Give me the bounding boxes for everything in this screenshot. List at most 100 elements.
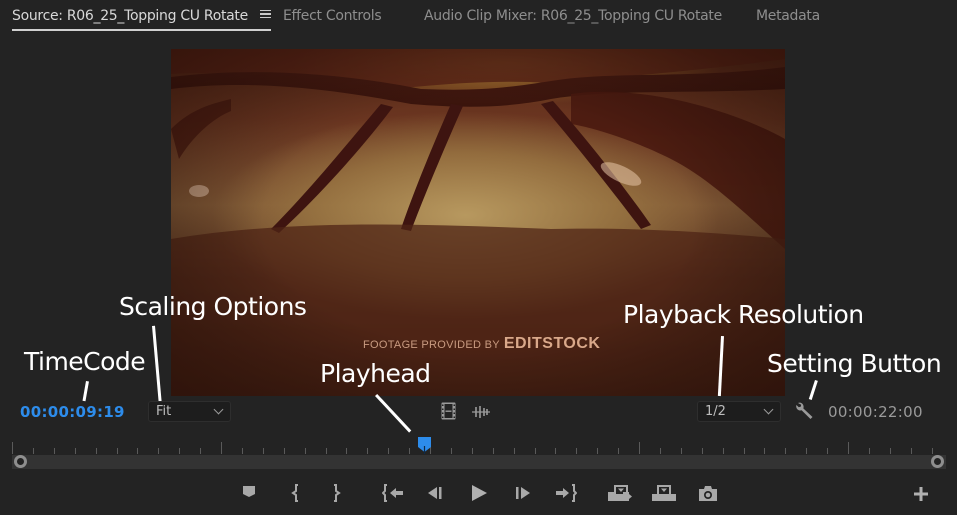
ruler-tick — [450, 448, 452, 454]
step-forward-button[interactable] — [515, 484, 531, 507]
panel-tab-bar: Source: R06_25_Topping CU Rotate Effect … — [0, 0, 957, 34]
ruler-tick — [910, 448, 912, 454]
resolution-value: 1/2 — [705, 404, 726, 419]
ruler-tick — [200, 448, 202, 454]
ruler-tick — [116, 448, 118, 454]
ruler-tick — [367, 448, 369, 454]
scaling-value: Fit — [156, 404, 172, 419]
mark-out-icon — [334, 484, 341, 502]
annotation-setting-button: Setting Button — [767, 349, 942, 378]
ruler-tick — [806, 448, 808, 454]
annotation-line-settings — [808, 380, 818, 400]
go-to-out-button[interactable] — [555, 484, 578, 507]
time-ruler[interactable] — [12, 438, 942, 454]
ruler-tick — [701, 448, 703, 454]
drag-audio-only-icon[interactable] — [472, 405, 490, 423]
ruler-tick — [158, 448, 160, 454]
mark-out-button[interactable] — [331, 484, 341, 507]
ruler-tick — [868, 448, 870, 454]
tab-metadata[interactable]: Metadata — [756, 8, 820, 24]
chevron-down-icon — [763, 404, 774, 415]
footage-watermark: Footage Provided By EDITSTOCK — [363, 335, 600, 353]
ruler-tick — [848, 442, 849, 454]
settings-wrench-icon[interactable] — [795, 401, 815, 426]
tab-effect-controls[interactable]: Effect Controls — [283, 8, 382, 24]
duration-timecode: 00:00:22:00 — [828, 403, 923, 421]
export-frame-button[interactable] — [698, 484, 718, 507]
ruler-tick — [221, 442, 222, 454]
ruler-tick — [492, 448, 494, 454]
ruler-tick — [764, 448, 766, 454]
ruler-tick — [179, 448, 181, 454]
ruler-tick — [32, 448, 34, 454]
tab-source-label: Source: R06_25_Topping CU Rotate — [12, 8, 248, 24]
plus-icon — [914, 487, 928, 501]
annotation-playhead: Playhead — [320, 359, 431, 388]
ruler-tick — [680, 448, 682, 454]
button-editor-button[interactable] — [914, 487, 928, 506]
ruler-tick — [555, 448, 557, 454]
annotation-line-timecode — [82, 381, 89, 402]
annotation-timecode: TimeCode — [24, 347, 146, 376]
camera-icon — [699, 486, 717, 501]
ruler-tick — [241, 448, 243, 454]
mark-in-button[interactable] — [291, 484, 301, 507]
chevron-down-icon — [213, 404, 224, 415]
ruler-tick — [889, 448, 891, 454]
ruler-tick — [576, 448, 578, 454]
mark-in-icon — [291, 484, 298, 502]
watermark-prefix: Footage Provided By — [363, 339, 500, 351]
insert-button[interactable] — [607, 484, 633, 507]
ruler-tick — [388, 448, 390, 454]
annotation-playback-resolution: Playback Resolution — [623, 300, 864, 329]
ruler-tick — [722, 448, 724, 454]
ruler-tick — [618, 448, 620, 454]
scaling-dropdown[interactable]: Fit — [148, 401, 231, 422]
ruler-tick — [74, 448, 76, 454]
ruler-tick — [325, 448, 327, 454]
step-back-icon — [428, 487, 442, 499]
ruler-tick — [471, 448, 473, 454]
current-timecode[interactable]: 00:00:09:19 — [20, 403, 125, 421]
tab-source[interactable]: Source: R06_25_Topping CU Rotate — [12, 8, 272, 31]
ruler-tick — [283, 448, 285, 454]
go-to-out-icon — [556, 484, 578, 502]
overwrite-button[interactable] — [651, 484, 677, 507]
tab-audio-clip-mixer[interactable]: Audio Clip Mixer: R06_25_Topping CU Rota… — [424, 8, 722, 24]
playback-resolution-dropdown[interactable]: 1/2 — [697, 401, 781, 422]
overwrite-icon — [652, 485, 676, 501]
go-to-in-icon — [381, 484, 403, 502]
zoom-handle-start[interactable] — [14, 455, 27, 468]
ruler-tick — [513, 448, 515, 454]
play-button[interactable] — [470, 484, 488, 507]
annotation-line-playhead — [375, 393, 412, 433]
ruler-tick — [785, 448, 787, 454]
panel-menu-icon[interactable] — [260, 8, 272, 21]
ruler-tick — [12, 442, 13, 454]
ruler-tick — [262, 448, 264, 454]
ruler-tick — [53, 448, 55, 454]
marker-icon — [243, 486, 255, 497]
play-icon — [472, 485, 487, 501]
zoom-handle-end[interactable] — [931, 455, 944, 468]
video-preview[interactable]: Footage Provided By EDITSTOCK — [171, 49, 785, 396]
add-marker-button[interactable] — [242, 484, 256, 503]
annotation-scaling-options: Scaling Options — [119, 292, 307, 321]
playhead[interactable] — [417, 437, 432, 459]
ruler-tick — [137, 448, 139, 454]
ruler-tick — [597, 448, 599, 454]
step-back-button[interactable] — [427, 484, 443, 507]
ruler-tick — [304, 448, 306, 454]
drag-video-only-icon[interactable] — [441, 402, 456, 425]
ruler-tick — [409, 448, 411, 454]
ruler-tick — [639, 442, 640, 454]
ruler-tick — [95, 448, 97, 454]
watermark-brand: EDITSTOCK — [503, 335, 601, 352]
ruler-tick — [743, 448, 745, 454]
insert-icon — [608, 485, 632, 501]
ruler-tick — [931, 448, 933, 454]
annotation-line-scaling — [152, 325, 162, 402]
zoom-scrollbar[interactable] — [12, 455, 946, 469]
ruler-tick — [827, 448, 829, 454]
go-to-in-button[interactable] — [381, 484, 404, 507]
